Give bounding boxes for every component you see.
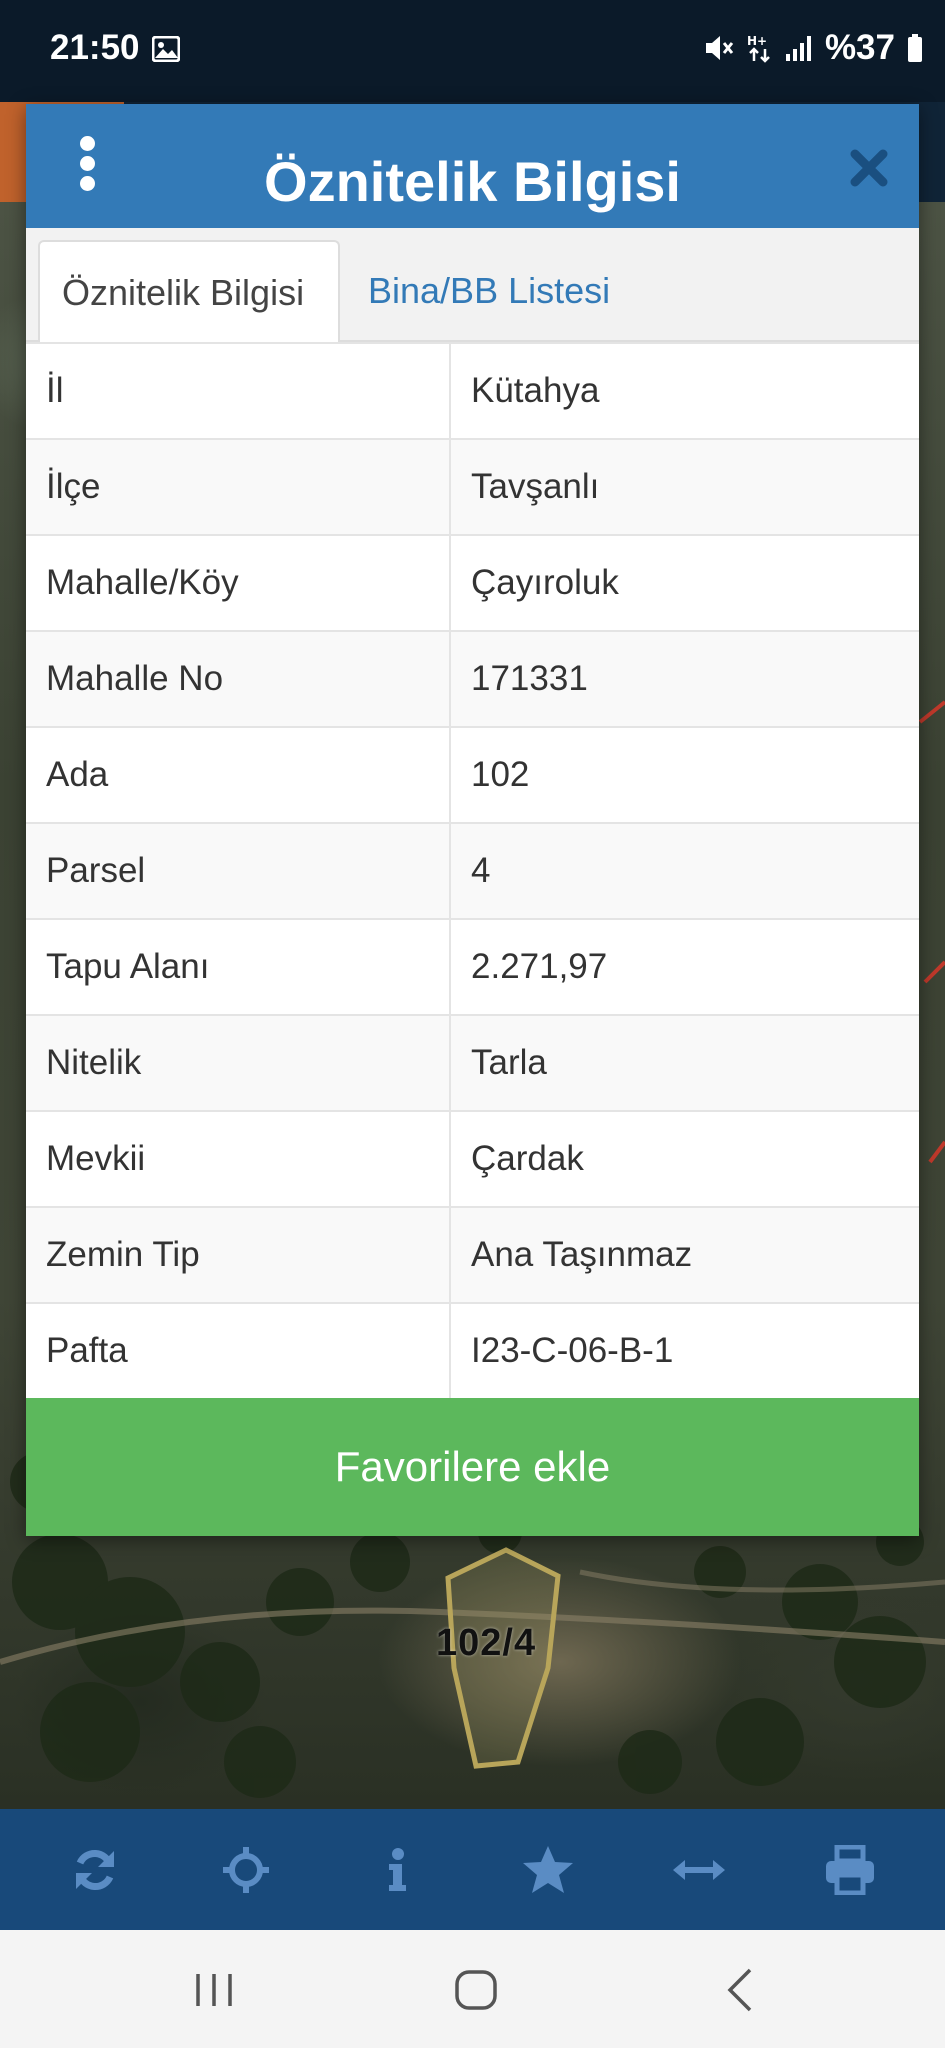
modal-header: Öznitelik Bilgisi xyxy=(26,104,919,228)
attribute-table: İl Kütahya İlçe Tavşanlı Mahalle/Köy Çayıro… xyxy=(26,342,919,1400)
image-icon xyxy=(152,36,180,62)
table-row: Mevkii Çardak xyxy=(26,1110,919,1208)
row-label: Zemin Tip xyxy=(26,1206,451,1304)
row-label: Parsel xyxy=(26,822,451,920)
modal-title: Öznitelik Bilgisi xyxy=(264,150,681,213)
row-value: 102 xyxy=(449,726,919,824)
status-time: 21:50 xyxy=(50,28,140,67)
row-value: I23-C-06-B-1 xyxy=(449,1302,919,1400)
row-label: İlçe xyxy=(26,438,451,536)
row-label: Ada xyxy=(26,726,451,824)
row-label: Mevkii xyxy=(26,1110,451,1208)
refresh-icon xyxy=(76,1849,115,1890)
table-row: Ada 102 xyxy=(26,726,919,824)
recent-apps-icon[interactable] xyxy=(184,1960,244,2020)
favorites-button[interactable] xyxy=(513,1835,583,1905)
refresh-button[interactable] xyxy=(60,1835,130,1905)
table-row: Mahalle No 171331 xyxy=(26,630,919,728)
measure-icon xyxy=(672,1859,725,1880)
star-icon xyxy=(522,1845,573,1893)
locate-button[interactable] xyxy=(211,1835,281,1905)
home-icon[interactable] xyxy=(447,1960,507,2020)
data-transfer-icon: H+ xyxy=(747,34,770,63)
status-indicators: H+ %37 xyxy=(703,28,923,68)
row-value: Ana Taşınmaz xyxy=(449,1206,919,1304)
back-icon[interactable] xyxy=(712,1960,772,2020)
table-row: Nitelik Tarla xyxy=(26,1014,919,1112)
row-value: Tarla xyxy=(449,1014,919,1112)
info-button[interactable] xyxy=(362,1835,432,1905)
row-value: 2.271,97 xyxy=(449,918,919,1016)
close-icon[interactable] xyxy=(847,146,891,190)
row-label: Mahalle/Köy xyxy=(26,534,451,632)
battery-icon xyxy=(908,34,922,62)
table-row: İlçe Tavşanlı xyxy=(26,438,919,536)
signal-icon xyxy=(785,36,811,61)
locate-icon xyxy=(223,1846,270,1893)
more-options-icon[interactable] xyxy=(76,134,100,194)
info-icon xyxy=(389,1847,407,1891)
row-value: Kütahya xyxy=(449,342,919,440)
tab-bar: Öznitelik Bilgisi Bina/BB Listesi xyxy=(26,228,919,344)
svg-text:H+: H+ xyxy=(747,34,767,48)
row-value: 4 xyxy=(449,822,919,920)
status-bar: 21:50 H+ %37 xyxy=(0,0,945,102)
attribute-info-modal: Öznitelik Bilgisi Öznitelik Bilgisi Bina… xyxy=(26,104,919,1536)
tab-building-list[interactable]: Bina/BB Listesi xyxy=(346,240,632,344)
row-value: 171331 xyxy=(449,630,919,728)
row-label: Tapu Alanı xyxy=(26,918,451,1016)
row-value: Tavşanlı xyxy=(449,438,919,536)
tab-attribute-info[interactable]: Öznitelik Bilgisi xyxy=(38,240,340,344)
table-row: Zemin Tip Ana Taşınmaz xyxy=(26,1206,919,1304)
row-value: Çayıroluk xyxy=(449,534,919,632)
row-value: Çardak xyxy=(449,1110,919,1208)
table-row: Mahalle/Köy Çayıroluk xyxy=(26,534,919,632)
table-row: Tapu Alanı 2.271,97 xyxy=(26,918,919,1016)
battery-percent: %37 xyxy=(824,28,895,67)
table-row: Pafta I23-C-06-B-1 xyxy=(26,1302,919,1400)
row-label: Mahalle No xyxy=(26,630,451,728)
parcel-label: 102/4 xyxy=(436,1622,537,1664)
row-label: Nitelik xyxy=(26,1014,451,1112)
row-label: Pafta xyxy=(26,1302,451,1400)
table-row: Parsel 4 xyxy=(26,822,919,920)
print-button[interactable] xyxy=(815,1835,885,1905)
map-toolbar xyxy=(0,1809,945,1930)
system-nav-bar xyxy=(0,1930,945,2048)
add-to-favorites-button[interactable]: Favorilere ekle xyxy=(26,1398,919,1536)
row-label: İl xyxy=(26,342,451,440)
measure-button[interactable] xyxy=(664,1835,734,1905)
print-icon xyxy=(825,1844,874,1895)
table-row: İl Kütahya xyxy=(26,342,919,440)
mute-icon xyxy=(705,36,734,60)
